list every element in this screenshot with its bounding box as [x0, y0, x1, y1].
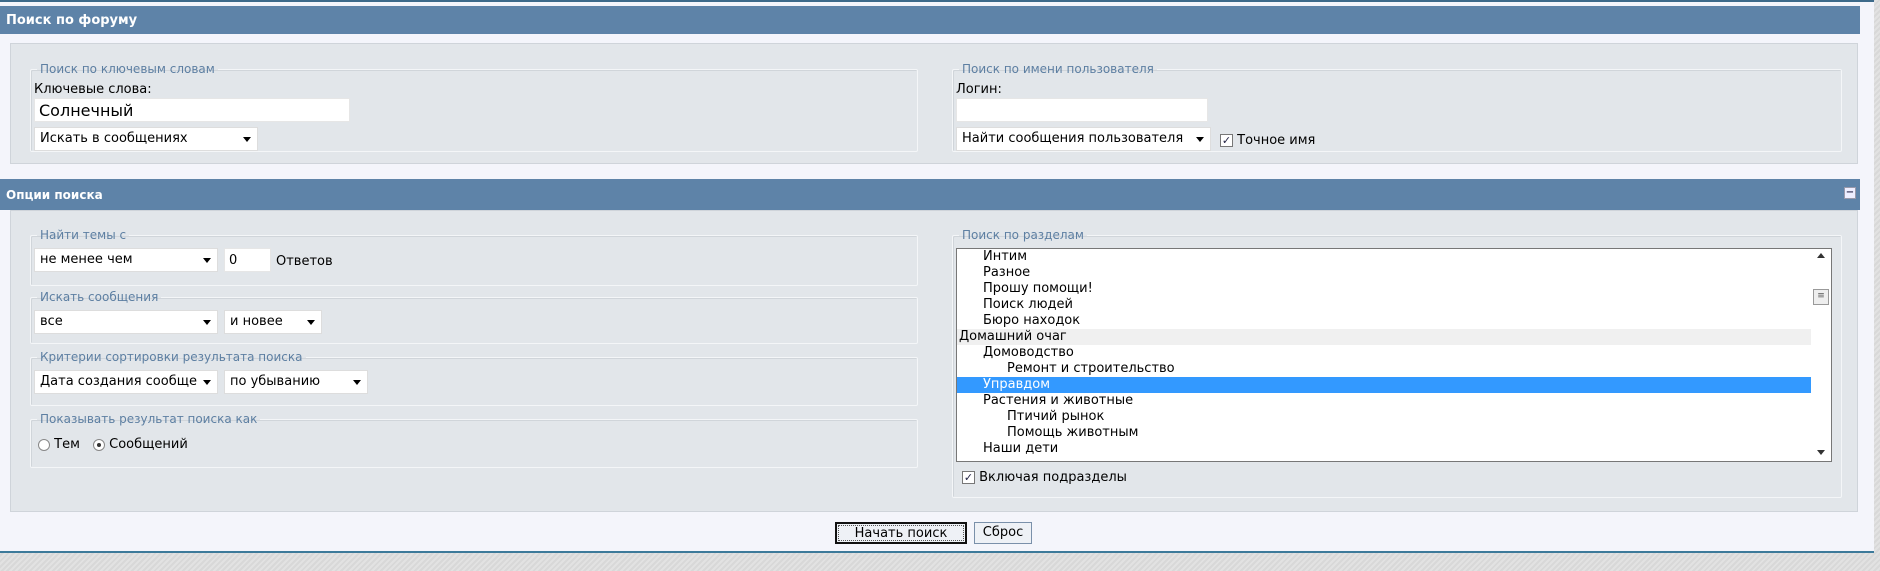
show-topics-radio[interactable]: Тем	[38, 437, 80, 452]
page-title: Поиск по форуму	[0, 6, 1860, 34]
scroll-up-icon[interactable]	[1817, 253, 1825, 258]
show-legend: Показывать результат поиска как	[40, 412, 258, 426]
sort-legend: Критерии сортировки результата поиска	[40, 350, 303, 364]
section-option[interactable]: Растения и животные	[957, 393, 1811, 409]
topics-condition-select[interactable]: не менее чем	[34, 248, 218, 272]
scroll-down-icon[interactable]	[1817, 450, 1825, 455]
section-option[interactable]: Домоводство	[957, 345, 1811, 361]
search-form: Поиск по форуму Поиск по ключевым словам…	[0, 0, 1874, 553]
period-select[interactable]: все	[34, 310, 218, 334]
sort-order-value: по убыванию	[230, 374, 321, 389]
exact-name-checkbox[interactable]: ✓ Точное имя	[1220, 133, 1315, 148]
show-messages-label: Сообщений	[109, 437, 188, 452]
section-option[interactable]: Ремонт и строительство	[957, 361, 1811, 377]
section-option[interactable]: Бюро находок	[957, 313, 1811, 329]
minus-icon[interactable]: −	[1844, 187, 1856, 199]
radio-checked-icon	[93, 438, 105, 451]
login-label: Логин:	[956, 82, 1002, 97]
section-option[interactable]: Помощь животным	[957, 425, 1811, 441]
section-option[interactable]: Интим	[957, 249, 1811, 265]
period-value: все	[40, 314, 63, 329]
include-subsections-label: Включая подразделы	[979, 470, 1127, 485]
start-search-button[interactable]: Начать поиск	[835, 522, 967, 544]
topics-condition-value: не менее чем	[40, 252, 133, 267]
scroll-thumb[interactable]: ≡	[1813, 289, 1829, 305]
direction-value: и новее	[230, 314, 283, 329]
section-option[interactable]: Птичий рынок	[957, 409, 1811, 425]
sort-field-select[interactable]: Дата создания сообще	[34, 370, 218, 394]
show-topics-label: Тем	[54, 437, 80, 452]
user-legend: Поиск по имени пользователя	[962, 62, 1154, 76]
exact-name-label: Точное имя	[1237, 133, 1316, 148]
radio-icon	[38, 438, 50, 451]
scrollbar[interactable]: ≡	[1811, 249, 1831, 461]
chevron-down-icon	[307, 320, 315, 325]
messages-legend: Искать сообщения	[40, 290, 159, 304]
section-option[interactable]: Наши дети	[957, 441, 1811, 457]
login-input[interactable]	[956, 98, 1208, 122]
sections-listbox[interactable]: Интим Разное Прошу помощи! Поиск людей Бюро …	[956, 248, 1832, 462]
find-user-value: Найти сообщения пользователя	[962, 131, 1184, 146]
sort-field-value: Дата создания сообще	[40, 374, 197, 389]
sections-legend: Поиск по разделам	[962, 228, 1084, 242]
include-subsections-checkbox[interactable]: ✓ Включая подразделы	[962, 470, 1127, 485]
sort-order-select[interactable]: по убыванию	[224, 370, 368, 394]
reset-button[interactable]: Сброс	[974, 522, 1032, 544]
find-user-select[interactable]: Найти сообщения пользователя	[956, 127, 1211, 151]
keywords-legend: Поиск по ключевым словам	[40, 62, 215, 76]
search-in-select[interactable]: Искать в сообщениях	[34, 127, 258, 151]
topics-legend: Найти темы с	[40, 228, 127, 242]
chevron-down-icon	[203, 320, 211, 325]
chevron-down-icon	[203, 258, 211, 263]
replies-label: Ответов	[276, 254, 333, 269]
replies-count-input[interactable]: 0	[224, 248, 271, 272]
chevron-down-icon	[1196, 137, 1204, 142]
section-option[interactable]: Управдом	[957, 377, 1811, 393]
options-header: Опции поиска −	[0, 179, 1860, 210]
checkbox-icon: ✓	[1220, 134, 1233, 147]
section-option[interactable]: Разное	[957, 265, 1811, 281]
options-title: Опции поиска	[6, 187, 103, 202]
title-text: Поиск по форуму	[6, 12, 138, 28]
chevron-down-icon	[353, 380, 361, 385]
section-option[interactable]: Прошу помощи!	[957, 281, 1811, 297]
checkbox-icon: ✓	[962, 471, 975, 484]
search-in-value: Искать в сообщениях	[40, 131, 188, 146]
direction-select[interactable]: и новее	[224, 310, 322, 334]
section-option[interactable]: Поиск людей	[957, 297, 1811, 313]
show-messages-radio[interactable]: Сообщений	[93, 437, 188, 452]
chevron-down-icon	[203, 380, 211, 385]
keywords-input[interactable]: Солнечный	[34, 98, 350, 122]
keywords-label: Ключевые слова:	[34, 82, 152, 97]
chevron-down-icon	[243, 137, 251, 142]
section-option[interactable]: Домашний очаг	[957, 329, 1811, 345]
